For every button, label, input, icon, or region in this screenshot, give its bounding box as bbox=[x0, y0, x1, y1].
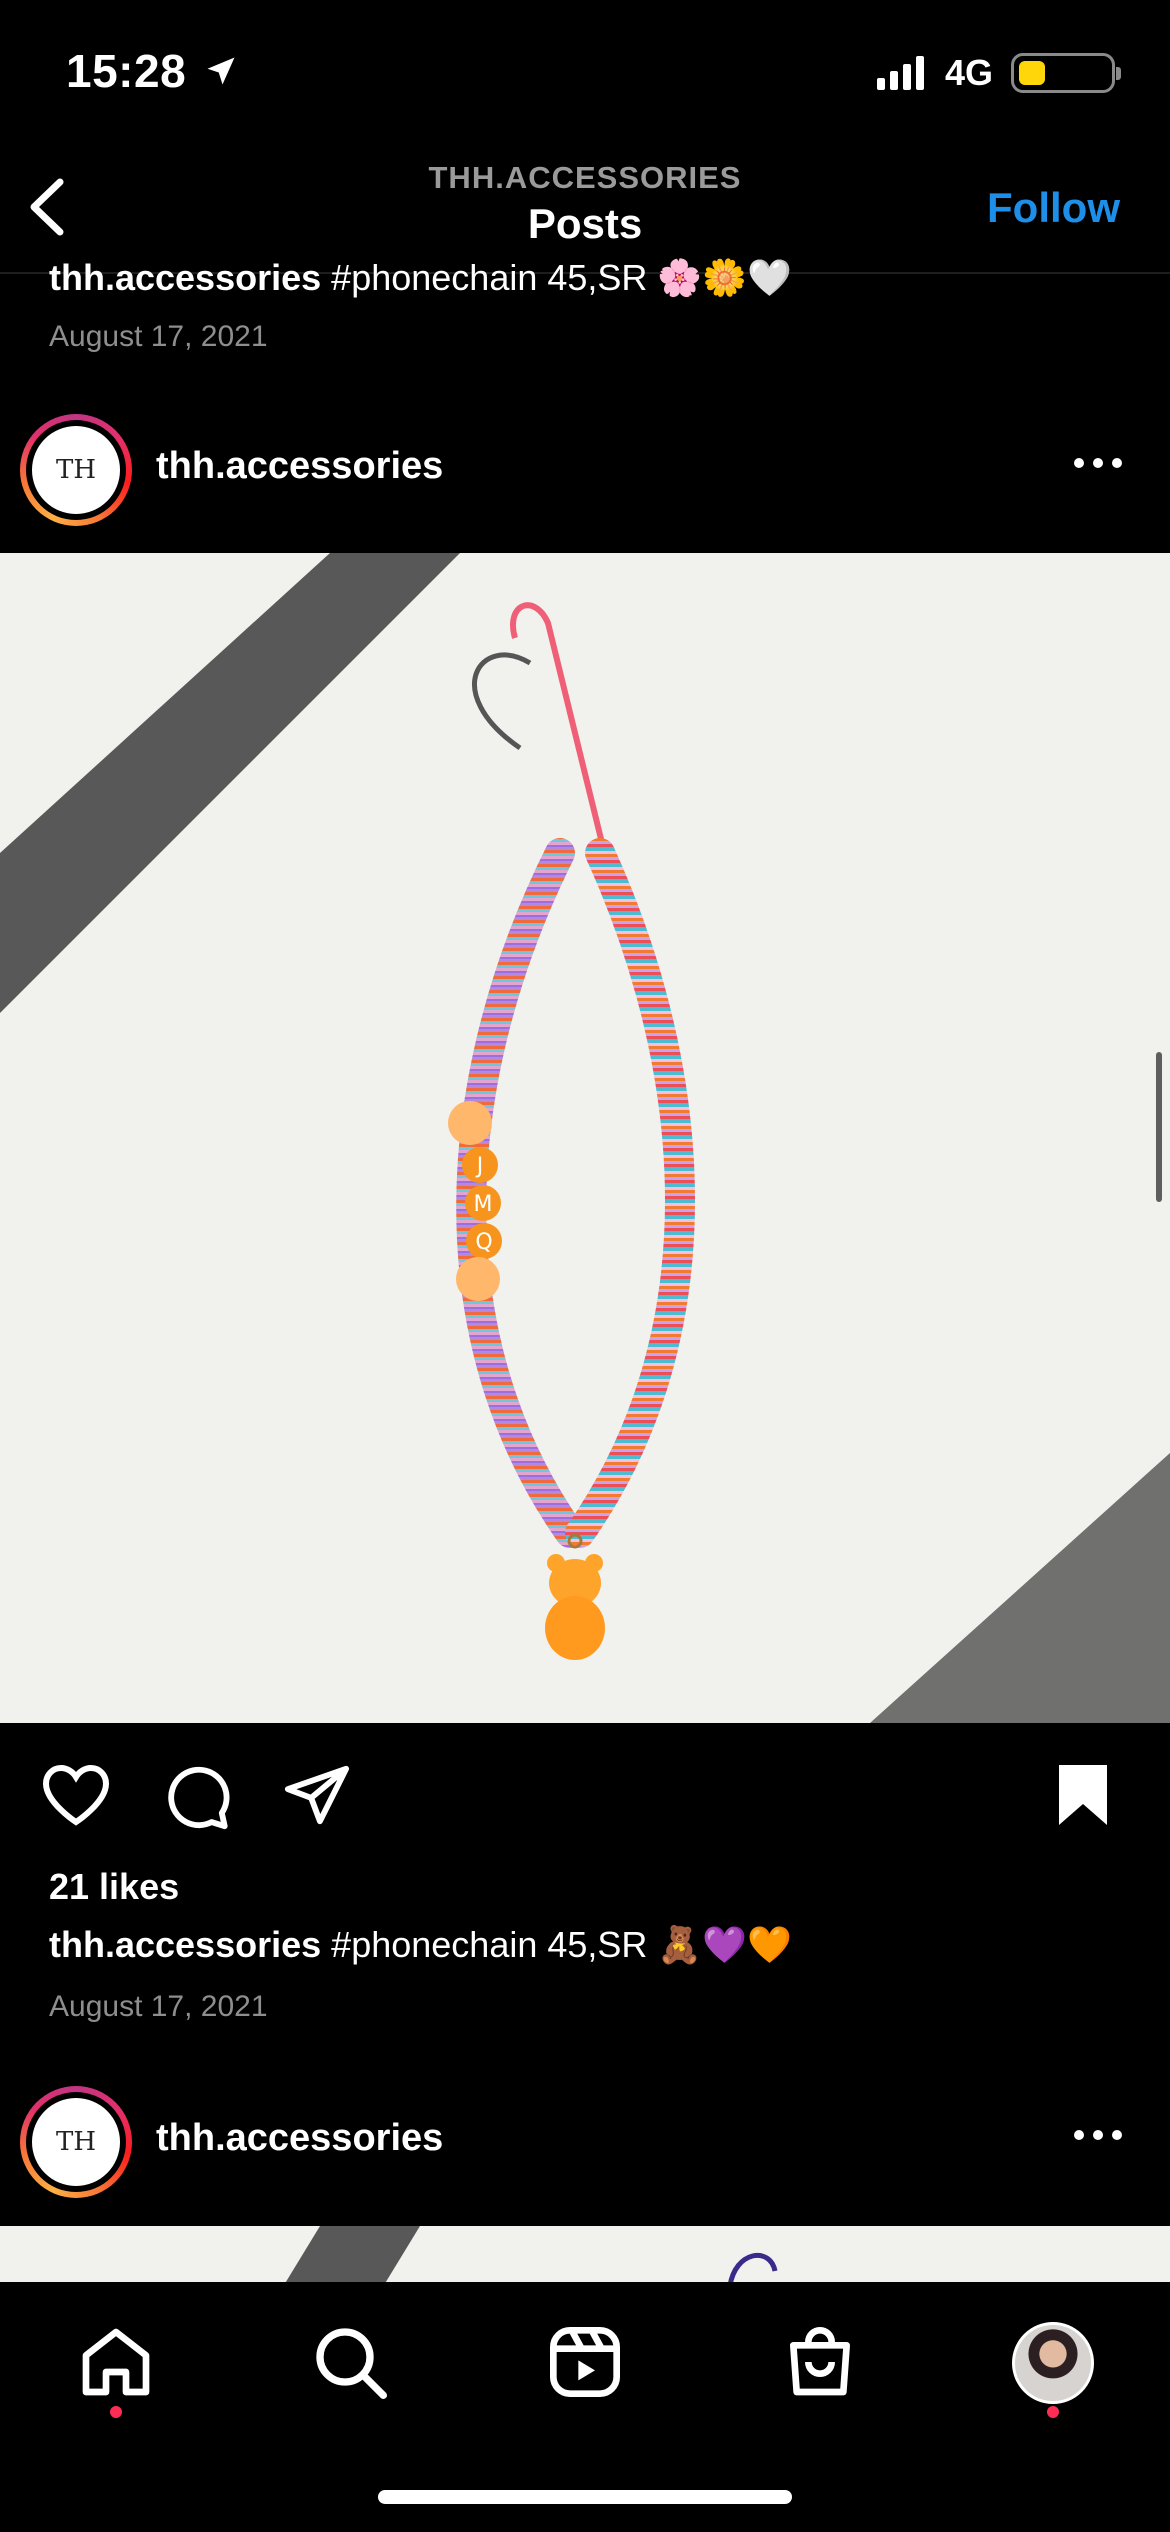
post-header: TH thh.accessories bbox=[0, 414, 1170, 526]
scroll-indicator[interactable] bbox=[1156, 1052, 1162, 1202]
send-icon[interactable] bbox=[282, 1762, 352, 1828]
reels-icon[interactable] bbox=[545, 2322, 625, 2402]
bookmark-icon[interactable] bbox=[1054, 1762, 1112, 1828]
previous-post-date: August 17, 2021 bbox=[49, 320, 268, 353]
more-options-icon[interactable] bbox=[1074, 458, 1122, 468]
network-type: 4G bbox=[944, 52, 993, 93]
avatar[interactable]: TH bbox=[20, 2086, 132, 2198]
post-username[interactable]: thh.accessories bbox=[156, 445, 443, 488]
like-count[interactable]: 21 likes bbox=[49, 1866, 179, 1908]
battery-icon bbox=[1011, 53, 1121, 93]
home-indicator[interactable] bbox=[378, 2490, 792, 2504]
profile-avatar-icon[interactable] bbox=[1012, 2322, 1094, 2404]
post-caption: thh.accessories #phonechain 45,SR 🧸💜🧡 bbox=[49, 1924, 792, 1966]
more-options-icon[interactable] bbox=[1074, 2130, 1122, 2140]
status-time: 15:28 bbox=[66, 44, 239, 98]
next-post-header: TH thh.accessories bbox=[0, 2086, 1170, 2198]
caption-text: #phonechain 45,SR 🧸💜🧡 bbox=[331, 1924, 792, 1965]
notification-dot bbox=[110, 2406, 122, 2418]
bead-letter: M bbox=[474, 1192, 493, 1217]
home-icon[interactable] bbox=[76, 2322, 156, 2402]
notification-dot bbox=[1047, 2406, 1059, 2418]
previous-post-caption: thh.accessories #phonechain 45,SR 🌸🌼🤍 bbox=[49, 257, 792, 299]
avatar-logo: TH bbox=[32, 426, 120, 514]
bead-letter: J bbox=[475, 1154, 484, 1179]
battery-level bbox=[1019, 61, 1045, 85]
location-arrow-icon bbox=[207, 57, 235, 85]
avatar-logo: TH bbox=[32, 2098, 120, 2186]
search-icon[interactable] bbox=[310, 2322, 390, 2402]
post-username[interactable]: thh.accessories bbox=[156, 2117, 443, 2160]
post-image[interactable]: J M Q bbox=[0, 553, 1170, 1723]
caption-username[interactable]: thh.accessories bbox=[49, 257, 321, 298]
bead-letter: Q bbox=[475, 1230, 492, 1255]
caption-username[interactable]: thh.accessories bbox=[49, 1924, 321, 1965]
post-date: August 17, 2021 bbox=[49, 1990, 268, 2023]
shopping-bag-icon[interactable] bbox=[780, 2322, 860, 2402]
comment-icon[interactable] bbox=[162, 1762, 232, 1832]
status-indicators: 4G bbox=[876, 52, 1121, 94]
phone-chain-photo: J M Q bbox=[0, 553, 1170, 1723]
clock-text: 15:28 bbox=[66, 45, 187, 97]
avatar[interactable]: TH bbox=[20, 414, 132, 526]
caption-text: #phonechain 45,SR 🌸🌼🤍 bbox=[331, 257, 792, 298]
signal-bars-icon bbox=[876, 56, 924, 90]
heart-icon[interactable] bbox=[40, 1762, 112, 1828]
follow-button[interactable]: Follow bbox=[987, 184, 1120, 232]
